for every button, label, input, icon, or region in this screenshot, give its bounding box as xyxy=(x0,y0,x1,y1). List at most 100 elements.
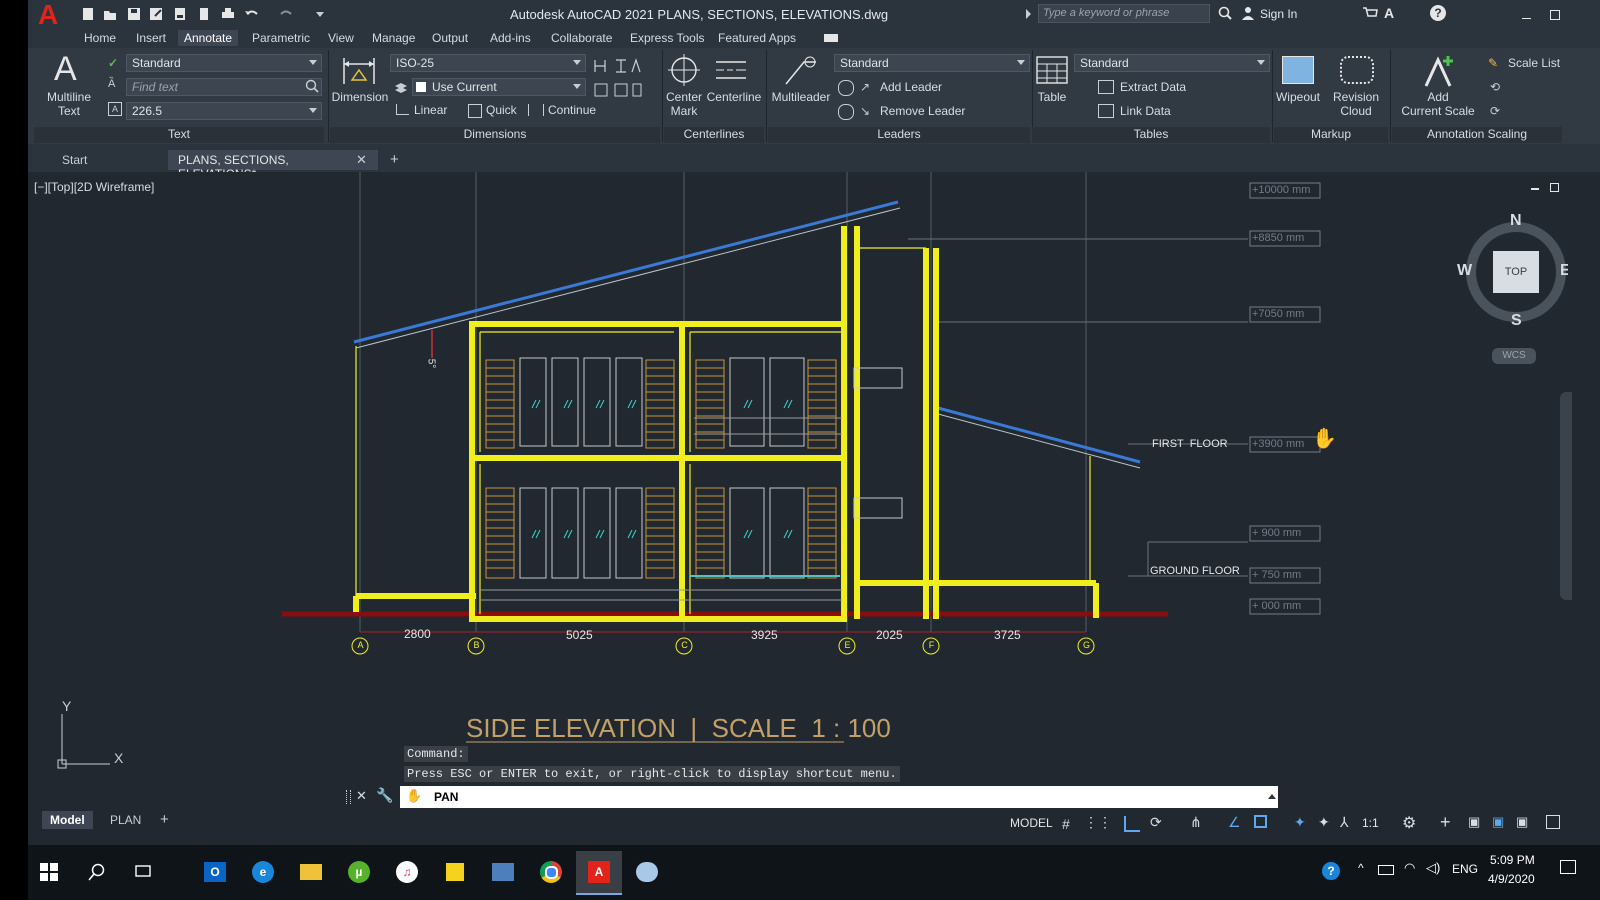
language-indicator[interactable]: ENG xyxy=(1452,862,1478,876)
centerline-button[interactable]: Centerline xyxy=(704,90,764,104)
wipeout-button[interactable]: Wipeout xyxy=(1272,90,1324,104)
viewcube-south[interactable]: S xyxy=(1511,312,1522,330)
link-data-icon[interactable] xyxy=(1098,104,1114,118)
multileader-button[interactable]: Multileader xyxy=(768,90,834,104)
tray-chevron-icon[interactable]: ^ xyxy=(1358,861,1364,875)
scale-list-icon[interactable]: ✎ xyxy=(1488,56,1498,70)
ribbon-options-icon[interactable] xyxy=(824,34,838,42)
extract-data-button[interactable]: Extract Data xyxy=(1120,80,1186,94)
viewcube-north[interactable]: N xyxy=(1510,212,1522,230)
spell-check-icon[interactable]: ✓ xyxy=(108,56,118,70)
scale-list-button[interactable]: Scale List xyxy=(1508,56,1560,70)
open-icon[interactable] xyxy=(102,6,117,21)
annotation-visibility-status-icon[interactable]: ✦ xyxy=(1294,814,1306,831)
save-icon[interactable] xyxy=(126,6,141,21)
autocad-logo-icon[interactable]: A xyxy=(38,1,64,29)
continue-button[interactable]: Continue xyxy=(548,103,596,117)
viewcube-east[interactable]: E xyxy=(1560,262,1568,280)
navigation-bar[interactable] xyxy=(1560,392,1572,600)
revision-cloud-button[interactable]: Revision Cloud xyxy=(1328,90,1384,118)
viewcube-west[interactable]: W xyxy=(1457,262,1472,280)
redo-icon[interactable] xyxy=(278,6,293,21)
tab-add-ins[interactable]: Add-ins xyxy=(484,30,537,46)
dimension-icon[interactable] xyxy=(342,54,376,89)
task-view-icon[interactable] xyxy=(126,855,160,889)
edge-icon[interactable]: e xyxy=(246,855,280,889)
tab-annotate[interactable]: Annotate xyxy=(178,30,239,46)
object-snap-tracking-icon[interactable]: ∠ xyxy=(1228,814,1241,831)
table-icon[interactable] xyxy=(1036,56,1068,87)
hardware-acceleration-icon[interactable]: ▣ xyxy=(1492,814,1504,830)
sign-in-link[interactable]: Sign In xyxy=(1260,7,1297,21)
search-input[interactable]: Type a keyword or phrase xyxy=(1038,4,1210,23)
remove-leader-icon[interactable]: ↘ xyxy=(860,104,870,118)
user-icon[interactable] xyxy=(1241,6,1255,23)
layout-tab-plan[interactable]: PLAN xyxy=(102,811,149,829)
close-tab-icon[interactable]: ✕ xyxy=(356,152,367,168)
file-tab-start[interactable]: Start xyxy=(34,150,166,170)
tab-featured-apps[interactable]: Featured Apps xyxy=(712,30,802,46)
help-taskbar-icon[interactable]: ? xyxy=(1322,862,1340,880)
polar-icon[interactable]: ⟳ xyxy=(1150,814,1162,831)
wifi-icon[interactable]: ◠ xyxy=(1404,860,1415,876)
print-icon[interactable] xyxy=(220,6,235,21)
volume-icon[interactable]: ◁) xyxy=(1426,860,1440,876)
extract-data-icon[interactable] xyxy=(1098,80,1114,94)
restore-icon[interactable] xyxy=(1550,10,1560,20)
search-chevron-icon[interactable] xyxy=(1026,9,1031,19)
clock-time[interactable]: 5:09 PM xyxy=(1490,853,1535,867)
sticky-notes-icon[interactable] xyxy=(438,855,472,889)
quick-dim-icon[interactable] xyxy=(468,104,482,118)
isolate-objects-icon[interactable]: ▣ xyxy=(1468,814,1480,830)
annotation-scale-icon[interactable]: ⅄ xyxy=(1340,814,1349,831)
dropdown-icon[interactable] xyxy=(312,6,327,21)
isodraft-icon[interactable]: ⋔ xyxy=(1190,814,1202,831)
utorrent-icon[interactable]: µ xyxy=(342,855,376,889)
add-leader-icon[interactable]: ↗ xyxy=(860,80,870,94)
text-style-select[interactable]: Standard xyxy=(126,54,322,72)
notifications-icon[interactable] xyxy=(1560,860,1576,874)
wipeout-icon[interactable] xyxy=(1282,56,1314,84)
center-mark-button[interactable]: Center Mark xyxy=(664,90,704,118)
dimension-button[interactable]: Dimension xyxy=(328,90,392,104)
grid-icon[interactable]: # xyxy=(1062,816,1070,832)
snap-icon[interactable]: ⋮⋮ xyxy=(1084,814,1112,831)
add-scale-icon[interactable] xyxy=(1422,54,1456,91)
add-leader-button[interactable]: Add Leader xyxy=(880,80,942,94)
annotation-visibility-icon[interactable]: ⟳ xyxy=(1490,104,1500,118)
tab-home[interactable]: Home xyxy=(78,30,122,46)
linear-button[interactable]: Linear xyxy=(414,103,447,117)
text-panel-title[interactable]: Text xyxy=(34,127,324,143)
wcs-menu[interactable]: WCS xyxy=(1492,348,1536,364)
sync-scale-icon[interactable]: ⟲ xyxy=(1490,80,1500,94)
model-space-button[interactable]: MODEL xyxy=(1010,816,1053,830)
plot-icon[interactable] xyxy=(172,6,187,21)
plus-icon[interactable]: + xyxy=(1440,812,1451,833)
object-snap-icon[interactable] xyxy=(1254,815,1267,828)
customization-icon[interactable] xyxy=(1546,815,1560,829)
remove-leader-button[interactable]: Remove Leader xyxy=(880,104,965,118)
publish-icon[interactable] xyxy=(196,6,211,21)
workspace-gear-icon[interactable]: ⚙ xyxy=(1402,813,1416,833)
windows-start-icon[interactable] xyxy=(32,855,66,889)
centerlines-panel-title[interactable]: Centerlines xyxy=(664,127,764,143)
continue-icon[interactable] xyxy=(528,104,544,116)
undo-icon[interactable] xyxy=(244,6,259,21)
quick-button[interactable]: Quick xyxy=(486,103,517,117)
new-icon[interactable] xyxy=(80,6,95,21)
annotation-scaling-panel-title[interactable]: Annotation Scaling xyxy=(1392,127,1562,143)
help-icon[interactable]: ? xyxy=(1430,5,1446,21)
tab-parametric[interactable]: Parametric xyxy=(246,30,316,46)
layout-tab-model[interactable]: Model xyxy=(42,811,93,829)
centerline-icon[interactable] xyxy=(714,60,748,83)
viewcube-top-face[interactable]: TOP xyxy=(1493,251,1539,293)
itunes-icon[interactable]: ♫ xyxy=(390,855,424,889)
leaders-panel-title[interactable]: Leaders xyxy=(768,127,1030,143)
tables-panel-title[interactable]: Tables xyxy=(1032,127,1270,143)
annotation-scale-value[interactable]: 1:1 xyxy=(1362,816,1379,830)
markup-panel-title[interactable]: Markup xyxy=(1274,127,1388,143)
command-history-toggle-icon[interactable] xyxy=(1268,794,1276,799)
dim-style-select[interactable]: ISO-25 xyxy=(390,54,586,72)
minimize-icon[interactable] xyxy=(1522,18,1531,19)
find-text-input[interactable]: Find text xyxy=(126,78,322,96)
